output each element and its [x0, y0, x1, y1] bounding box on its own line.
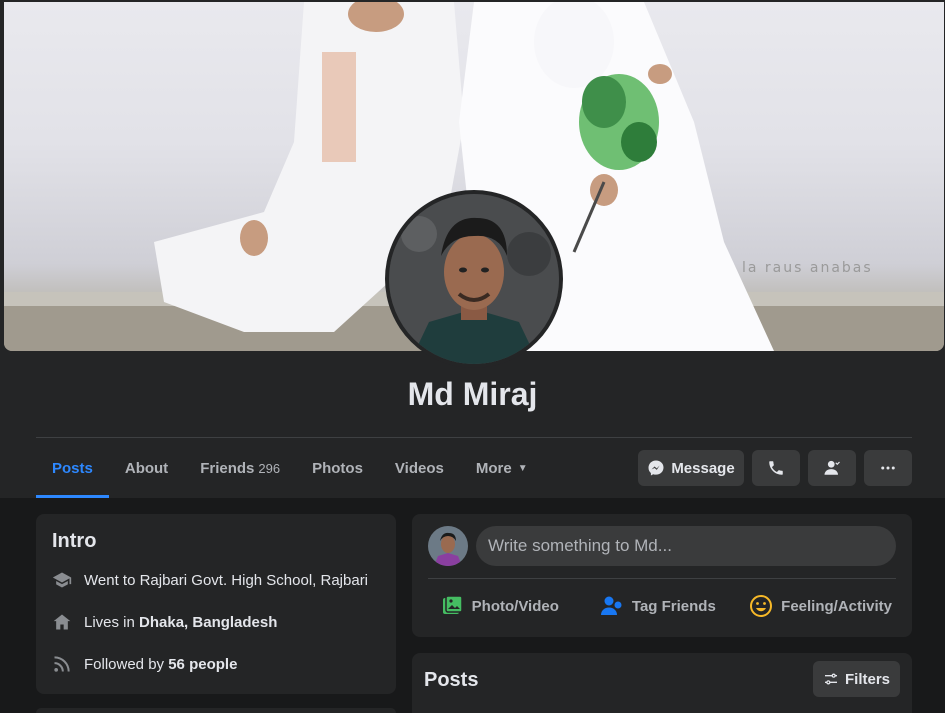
person-icon [824, 460, 840, 475]
cover-watermark: la raus anabas [742, 260, 873, 276]
filters-button[interactable]: Filters [813, 661, 900, 697]
tab-more[interactable]: More ▼ [460, 438, 544, 498]
next-card [36, 708, 396, 713]
profile-tabs: Posts About Friends 296 Photos Videos Mor… [36, 438, 544, 498]
posts-title: Posts [424, 669, 479, 691]
intro-followers: Followed by 56 people [52, 654, 237, 674]
smiley-icon [750, 595, 773, 617]
filters-icon [824, 673, 837, 685]
tab-label: Posts [52, 459, 93, 477]
tag-friends-label: Tag Friends [631, 597, 716, 615]
education-text: Went to Rajbari Govt. High School, Rajba… [84, 571, 369, 589]
feeling-activity-label: Feeling/Activity [781, 597, 893, 615]
tab-label: Photos [312, 459, 363, 477]
avatar [389, 194, 559, 364]
more-options-button[interactable] [864, 450, 912, 486]
tab-about[interactable]: About [109, 438, 184, 498]
profile-header: la raus anabas Md Miraj Posts About Frie… [0, 0, 945, 498]
profile-actions: Message [638, 450, 912, 486]
composer-actions: Photo/Video Tag Friends Feeling/Activity [420, 586, 904, 626]
intro-card: Intro Went to Rajbari Govt. High School,… [36, 514, 396, 694]
photo-icon [442, 595, 463, 614]
photo-video-label: Photo/Video [471, 597, 559, 615]
intro-title: Intro [52, 530, 97, 552]
phone-icon [769, 461, 783, 475]
divider [428, 578, 896, 579]
graduation-cap-icon [52, 570, 72, 590]
messenger-icon [648, 460, 664, 476]
message-button[interactable]: Message [638, 450, 744, 486]
post-composer: Write something to Md... Photo/Video Tag… [412, 514, 912, 637]
tab-label: Friends [200, 459, 255, 477]
tag-friends-button[interactable]: Tag Friends [579, 586, 738, 626]
posts-header: Posts Filters [412, 653, 912, 713]
tab-label: About [124, 459, 169, 477]
friend-status-button[interactable] [808, 450, 856, 486]
message-label: Message [671, 459, 735, 477]
friends-count: 296 [258, 460, 281, 476]
caret-down-icon: ▼ [517, 462, 528, 474]
tag-friends-icon [600, 596, 622, 615]
intro-location: Lives in Dhaka, Bangladesh [52, 612, 277, 632]
tab-photos[interactable]: Photos [296, 438, 379, 498]
intro-education: Went to Rajbari Govt. High School, Rajba… [52, 570, 368, 590]
home-icon [52, 612, 72, 632]
tab-label: More [475, 459, 512, 477]
followed-count[interactable]: 56 people [168, 656, 237, 673]
tab-posts[interactable]: Posts [36, 438, 109, 498]
feeling-activity-button[interactable]: Feeling/Activity [737, 586, 904, 626]
composer-avatar[interactable] [428, 526, 468, 566]
profile-name: Md Miraj [407, 376, 538, 412]
post-input[interactable]: Write something to Md... [476, 526, 896, 566]
tab-friends[interactable]: Friends 296 [184, 438, 296, 498]
tab-label: Videos [394, 459, 444, 477]
lives-prefix: Lives in [84, 613, 140, 631]
rss-icon [52, 654, 72, 674]
filters-label: Filters [844, 670, 890, 688]
followed-prefix: Followed by [84, 655, 169, 673]
profile-picture[interactable] [385, 190, 563, 368]
more-icon [881, 466, 895, 470]
call-button[interactable] [752, 450, 800, 486]
tab-videos[interactable]: Videos [379, 438, 460, 498]
photo-video-button[interactable]: Photo/Video [420, 586, 579, 626]
lives-place[interactable]: Dhaka, Bangladesh [139, 614, 277, 631]
